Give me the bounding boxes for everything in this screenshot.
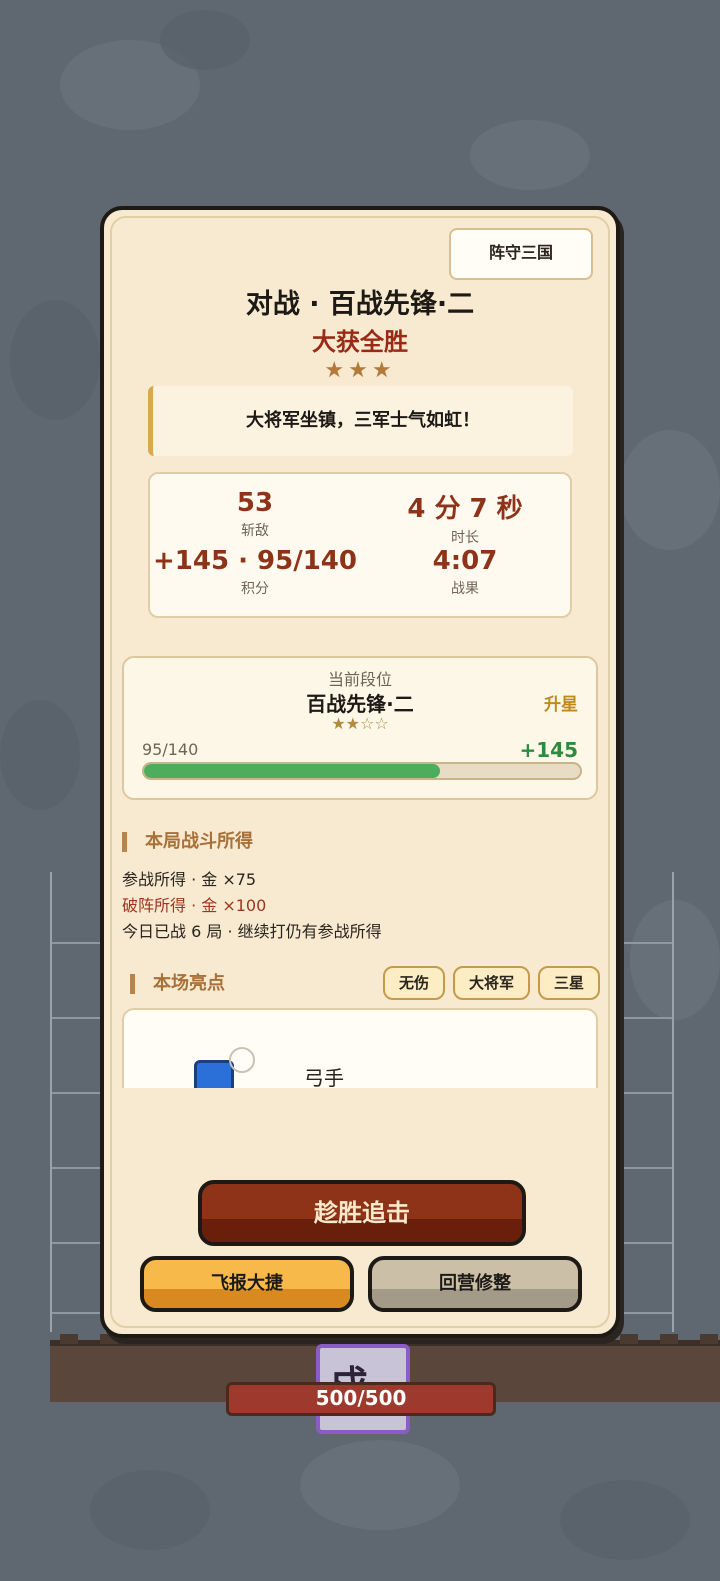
return-camp-button[interactable]: 回营修整 — [368, 1256, 582, 1312]
stat-value: 4 分 7 秒 — [407, 494, 523, 524]
unit-name: 弓手 — [304, 1066, 344, 1088]
dialog-title: 对战 · 百战先锋·二 — [245, 289, 475, 320]
rank-progress-text: 95/140 — [142, 740, 199, 759]
terrain-blob — [470, 120, 590, 190]
highlights-section-title: 本场亮点 — [130, 974, 225, 994]
terrain-blob — [90, 1470, 210, 1550]
stat-label: 斩敌 — [241, 523, 269, 539]
stat-label: 时长 — [451, 530, 479, 546]
victory-quote: 大将军坐镇，三军士气如虹！ — [148, 386, 573, 456]
reward-line: 今日已战 6 局 · 继续打仍有参战所得 — [122, 922, 382, 941]
rank-progress-fill — [144, 764, 441, 778]
rank-name: 百战先锋·二 — [306, 692, 414, 716]
result-label: 大获全胜 — [312, 328, 408, 356]
archer-icon — [194, 1047, 255, 1088]
highlight-chip: 无伤 — [382, 966, 445, 1000]
battle-result-dialog: 阵守三国 对战 · 百战先锋·二 大获全胜 ★★★ 大将军坐镇，三军士气如虹！ … — [100, 206, 620, 1338]
stat-score: +145 · 95/140 积分 — [150, 546, 360, 598]
stat-label: 战果 — [451, 581, 479, 597]
terrain-blob — [160, 10, 250, 70]
mode-tag: 阵守三国 — [449, 228, 593, 280]
stat-record: 4:07 战果 — [360, 546, 570, 598]
reward-line: 破阵所得 · 金 ×100 — [122, 896, 267, 915]
stat-label: 积分 — [241, 581, 269, 597]
pursue-button-label: 趁胜追击 — [314, 1199, 410, 1227]
share-button-label: 飞报大捷 — [211, 1273, 283, 1294]
stats-panel: 53 斩敌 4 分 7 秒 时长 +145 · 95/140 积分 4:07 战… — [148, 472, 572, 618]
return-camp-button-label: 回营修整 — [439, 1273, 511, 1294]
bow-icon — [229, 1047, 255, 1073]
rewards-section-title: 本局战斗所得 — [122, 832, 253, 852]
tower-hp-bar: 500/500 — [226, 1382, 496, 1416]
highlight-chip: 三星 — [537, 966, 600, 1000]
rank-gain: +145 — [519, 738, 578, 762]
stat-value: +145 · 95/140 — [153, 546, 357, 576]
stat-value: 4:07 — [432, 546, 498, 576]
share-button[interactable]: 飞报大捷 — [140, 1256, 354, 1312]
stat-duration: 4 分 7 秒 时长 — [360, 488, 570, 547]
terrain-blob — [620, 430, 720, 550]
terrain-blob — [300, 1440, 460, 1530]
terrain-blob — [10, 300, 100, 420]
rank-progress-bar — [142, 762, 582, 780]
terrain-blob — [0, 700, 80, 810]
pursue-button[interactable]: 趁胜追击 — [198, 1180, 526, 1246]
highlight-chip: 大将军 — [452, 966, 530, 1000]
rank-caption: 当前段位 — [327, 670, 392, 689]
rank-promo-label: 升星 — [544, 695, 578, 715]
stat-value: 53 — [236, 488, 274, 518]
rank-stars: ★★☆☆ — [331, 714, 389, 733]
rank-panel: 当前段位 百战先锋·二 ★★☆☆ 升星 95/140 +145 — [122, 656, 598, 800]
highlight-unit-card[interactable]: 弓手 — [122, 1008, 598, 1088]
terrain-blob — [560, 1480, 690, 1560]
stat-kills: 53 斩敌 — [150, 488, 360, 540]
reward-line: 参战所得 · 金 ×75 — [122, 870, 257, 889]
highlight-chips: 无伤 大将军 三星 — [382, 966, 600, 1000]
result-stars: ★★★ — [324, 358, 396, 383]
